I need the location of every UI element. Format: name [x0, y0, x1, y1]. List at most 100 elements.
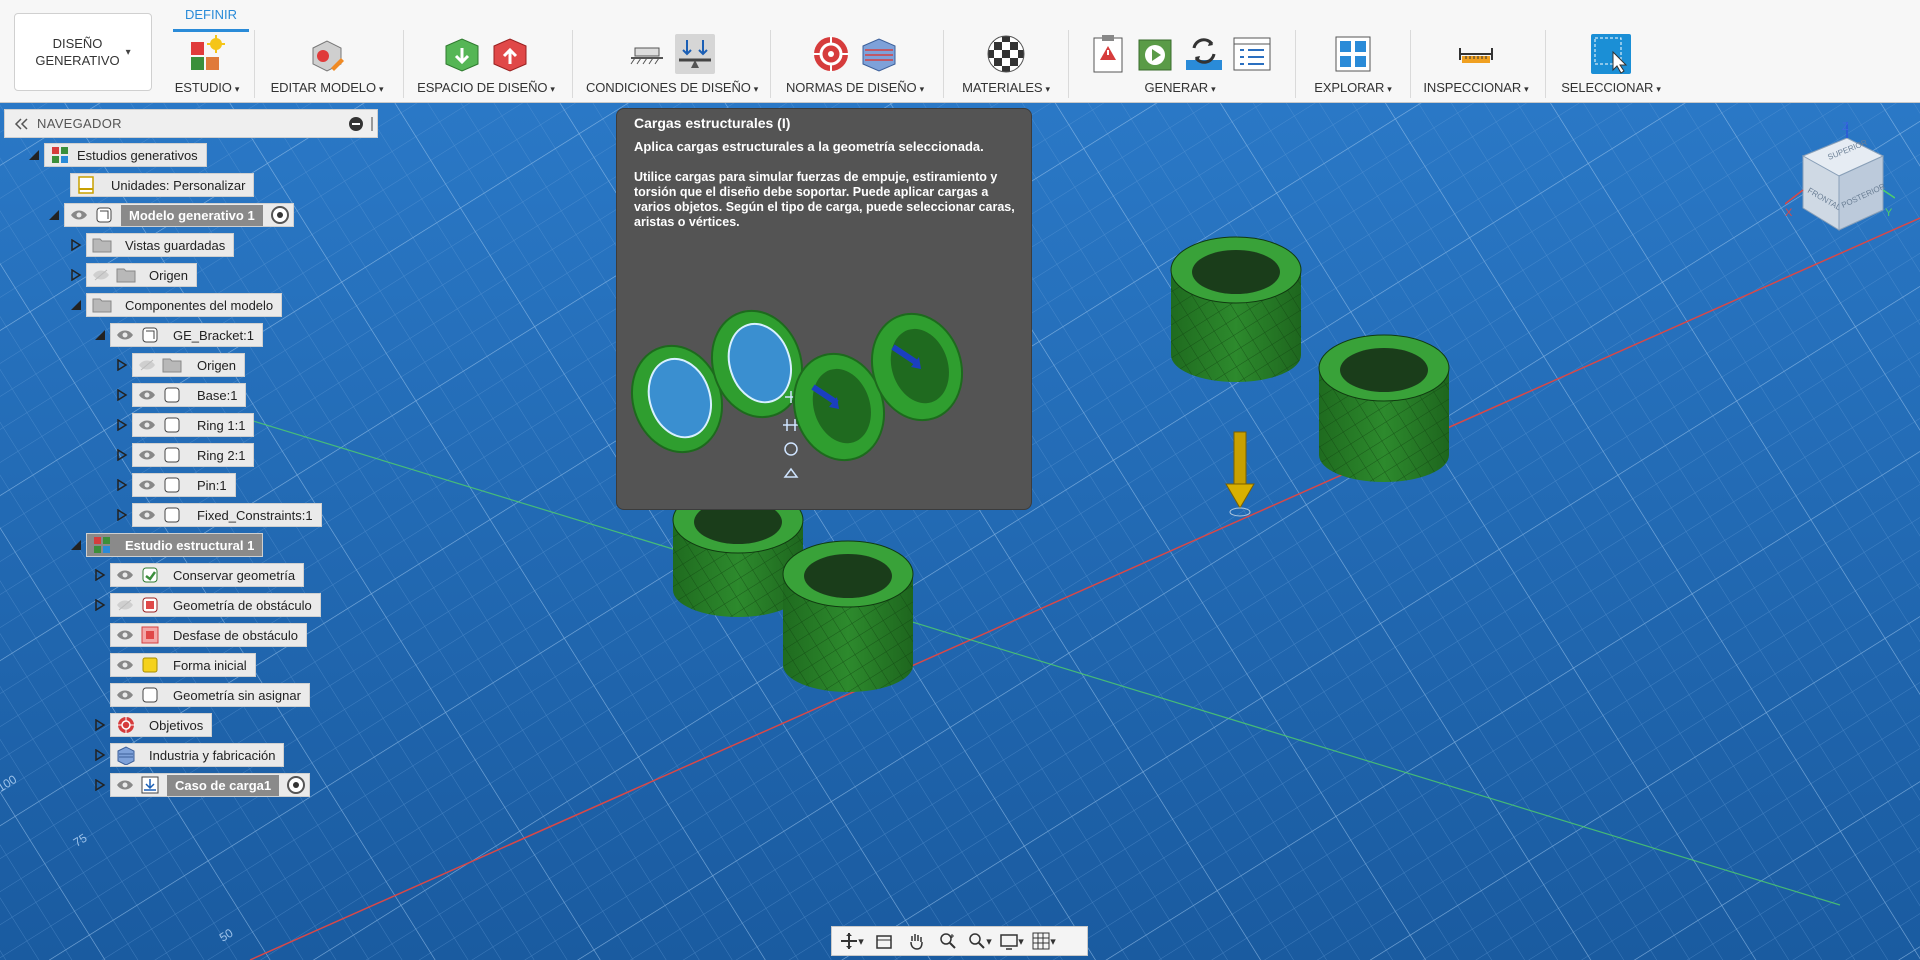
visibility-eye-icon[interactable] [137, 477, 157, 493]
toolbar-group-editar-modelo[interactable]: EDITAR MODELO ▾ [266, 30, 388, 100]
visibility-eye-icon[interactable] [69, 207, 89, 223]
tree-row[interactable]: Componentes del modelo [66, 293, 283, 317]
orbit-icon[interactable]: ▾ [838, 928, 866, 954]
manufacturing-icon[interactable] [859, 34, 899, 74]
collapsed-triangle-icon[interactable] [90, 773, 110, 797]
tree-node-conservar-geometria[interactable]: Conservar geometría [110, 563, 305, 587]
collapsed-triangle-icon[interactable] [90, 593, 110, 617]
toolbar-group-seleccionar[interactable]: SELECCIONAR ▾ [1556, 30, 1666, 100]
view-cube[interactable]: SUPERIOR FRONTAL POSTERIOR Z X Y [1784, 120, 1896, 245]
tree-row[interactable]: Estudios generativos [24, 143, 207, 167]
hidden-eye-icon[interactable] [137, 357, 157, 373]
collapsed-triangle-icon[interactable] [112, 473, 132, 497]
tree-row[interactable]: Pin:1 [112, 473, 236, 497]
tree-node-vistas-guardadas[interactable]: Vistas guardadas [86, 233, 235, 257]
visibility-eye-icon[interactable] [137, 507, 157, 523]
visibility-eye-icon[interactable] [115, 657, 135, 673]
preserve-geometry-icon[interactable] [442, 34, 482, 74]
expanded-triangle-icon[interactable] [66, 533, 86, 557]
display-settings-icon[interactable]: ▾ [998, 928, 1026, 954]
tree-node-ring-1[interactable]: Ring 1:1 [132, 413, 255, 437]
tree-row[interactable]: Ring 2:1 [112, 443, 255, 467]
tree-node-geometria-obstaculo[interactable]: Geometría de obstáculo [110, 593, 321, 617]
tree-node-ge-bracket[interactable]: GE_Bracket:1 [110, 323, 263, 347]
zoom-icon[interactable] [934, 928, 962, 954]
obstacle-geometry-icon[interactable] [490, 34, 530, 74]
tree-node-ring-2[interactable]: Ring 2:1 [132, 443, 255, 467]
collapsed-triangle-icon[interactable] [112, 503, 132, 527]
minimize-icon[interactable] [349, 116, 363, 131]
select-cursor-icon[interactable] [1591, 34, 1631, 74]
toolbar-group-condiciones-diseno[interactable]: CONDICIONES DE DISEÑO ▾ [586, 30, 758, 100]
update-sync-icon[interactable] [1184, 34, 1224, 74]
tree-node-base[interactable]: Base:1 [132, 383, 247, 407]
tree-row[interactable]: Vistas guardadas [66, 233, 235, 257]
visibility-eye-icon[interactable] [115, 777, 135, 793]
tree-node-origen[interactable]: Origen [86, 263, 198, 287]
toolbar-group-explorar[interactable]: EXPLORAR ▾ [1308, 30, 1398, 100]
ring-part[interactable] [1170, 236, 1302, 382]
visibility-eye-icon[interactable] [137, 387, 157, 403]
tree-node-estudio-estructural[interactable]: Estudio estructural 1 [86, 533, 264, 557]
tree-node-geometria-sin-asignar[interactable]: Geometría sin asignar [110, 683, 310, 707]
pan-hand-icon[interactable] [902, 928, 930, 954]
tree-node-estudios-generativos[interactable]: Estudios generativos [44, 143, 207, 167]
expanded-triangle-icon[interactable] [44, 203, 64, 227]
tree-node-componentes[interactable]: Componentes del modelo [86, 293, 283, 317]
objectives-icon[interactable] [811, 34, 851, 74]
structural-constraint-icon[interactable] [627, 34, 667, 74]
activate-radio-icon[interactable] [287, 776, 306, 794]
collapsed-triangle-icon[interactable] [90, 713, 110, 737]
tree-node-pin[interactable]: Pin:1 [132, 473, 236, 497]
tree-row[interactable]: Origen [112, 353, 246, 377]
tree-node-forma-inicial[interactable]: Forma inicial [110, 653, 256, 677]
tree-row[interactable]: Caso de carga1 [90, 773, 311, 797]
tree-node-fixed-constraints[interactable]: Fixed_Constraints:1 [132, 503, 322, 527]
tree-node-caso-de-carga[interactable]: Caso de carga1 [110, 773, 311, 797]
collapsed-triangle-icon[interactable] [90, 743, 110, 767]
visibility-eye-icon[interactable] [137, 447, 157, 463]
collapse-panel-icon[interactable] [13, 117, 29, 130]
tree-row[interactable]: Objetivos [90, 713, 213, 737]
expanded-triangle-icon[interactable] [24, 143, 44, 167]
collapsed-triangle-icon[interactable] [66, 233, 86, 257]
collapsed-triangle-icon[interactable] [66, 263, 86, 287]
visibility-eye-icon[interactable] [137, 417, 157, 433]
job-status-icon[interactable] [1232, 34, 1272, 74]
measure-icon[interactable] [1456, 34, 1496, 74]
new-study-icon[interactable] [187, 34, 227, 74]
structural-load-icon[interactable] [675, 34, 715, 74]
hidden-eye-icon[interactable] [91, 267, 111, 283]
collapsed-triangle-icon[interactable] [112, 413, 132, 437]
toolbar-group-normas-diseno[interactable]: NORMAS DE DISEÑO ▾ [784, 30, 926, 100]
edit-model-icon[interactable] [307, 34, 347, 74]
tree-row[interactable]: Desfase de obstáculo [110, 623, 308, 647]
tree-node-desfase-obstaculo[interactable]: Desfase de obstáculo [110, 623, 308, 647]
tree-node-origen[interactable]: Origen [132, 353, 246, 377]
tree-row[interactable]: Estudio estructural 1 [66, 533, 264, 557]
tree-row[interactable]: Base:1 [112, 383, 247, 407]
tree-node-industria-fabricacion[interactable]: Industria y fabricación [110, 743, 285, 767]
expanded-triangle-icon[interactable] [90, 323, 110, 347]
visibility-eye-icon[interactable] [115, 687, 135, 703]
ring-part[interactable] [782, 540, 914, 692]
expanded-triangle-icon[interactable] [66, 293, 86, 317]
material-checker-icon[interactable] [986, 34, 1026, 74]
tab-definir[interactable]: DEFINIR [173, 4, 249, 32]
tree-row[interactable]: Modelo generativo 1 [44, 203, 294, 227]
visibility-eye-icon[interactable] [115, 567, 135, 583]
precheck-icon[interactable] [1088, 34, 1128, 74]
hidden-eye-icon[interactable] [115, 597, 135, 613]
ring-part[interactable] [1318, 334, 1450, 482]
tree-row[interactable]: Conservar geometría [90, 563, 305, 587]
panel-pin-icon[interactable] [371, 116, 373, 131]
tree-row[interactable]: Geometría de obstáculo [90, 593, 321, 617]
toolbar-group-generar[interactable]: GENERAR ▾ [1080, 30, 1280, 100]
tree-row[interactable]: Fixed_Constraints:1 [112, 503, 322, 527]
collapsed-triangle-icon[interactable] [112, 353, 132, 377]
toolbar-group-inspeccionar[interactable]: INSPECCIONAR ▾ [1420, 30, 1532, 100]
visibility-eye-icon[interactable] [115, 627, 135, 643]
activate-radio-icon[interactable] [270, 206, 289, 224]
collapsed-triangle-icon[interactable] [112, 383, 132, 407]
tree-row[interactable]: Origen [66, 263, 198, 287]
